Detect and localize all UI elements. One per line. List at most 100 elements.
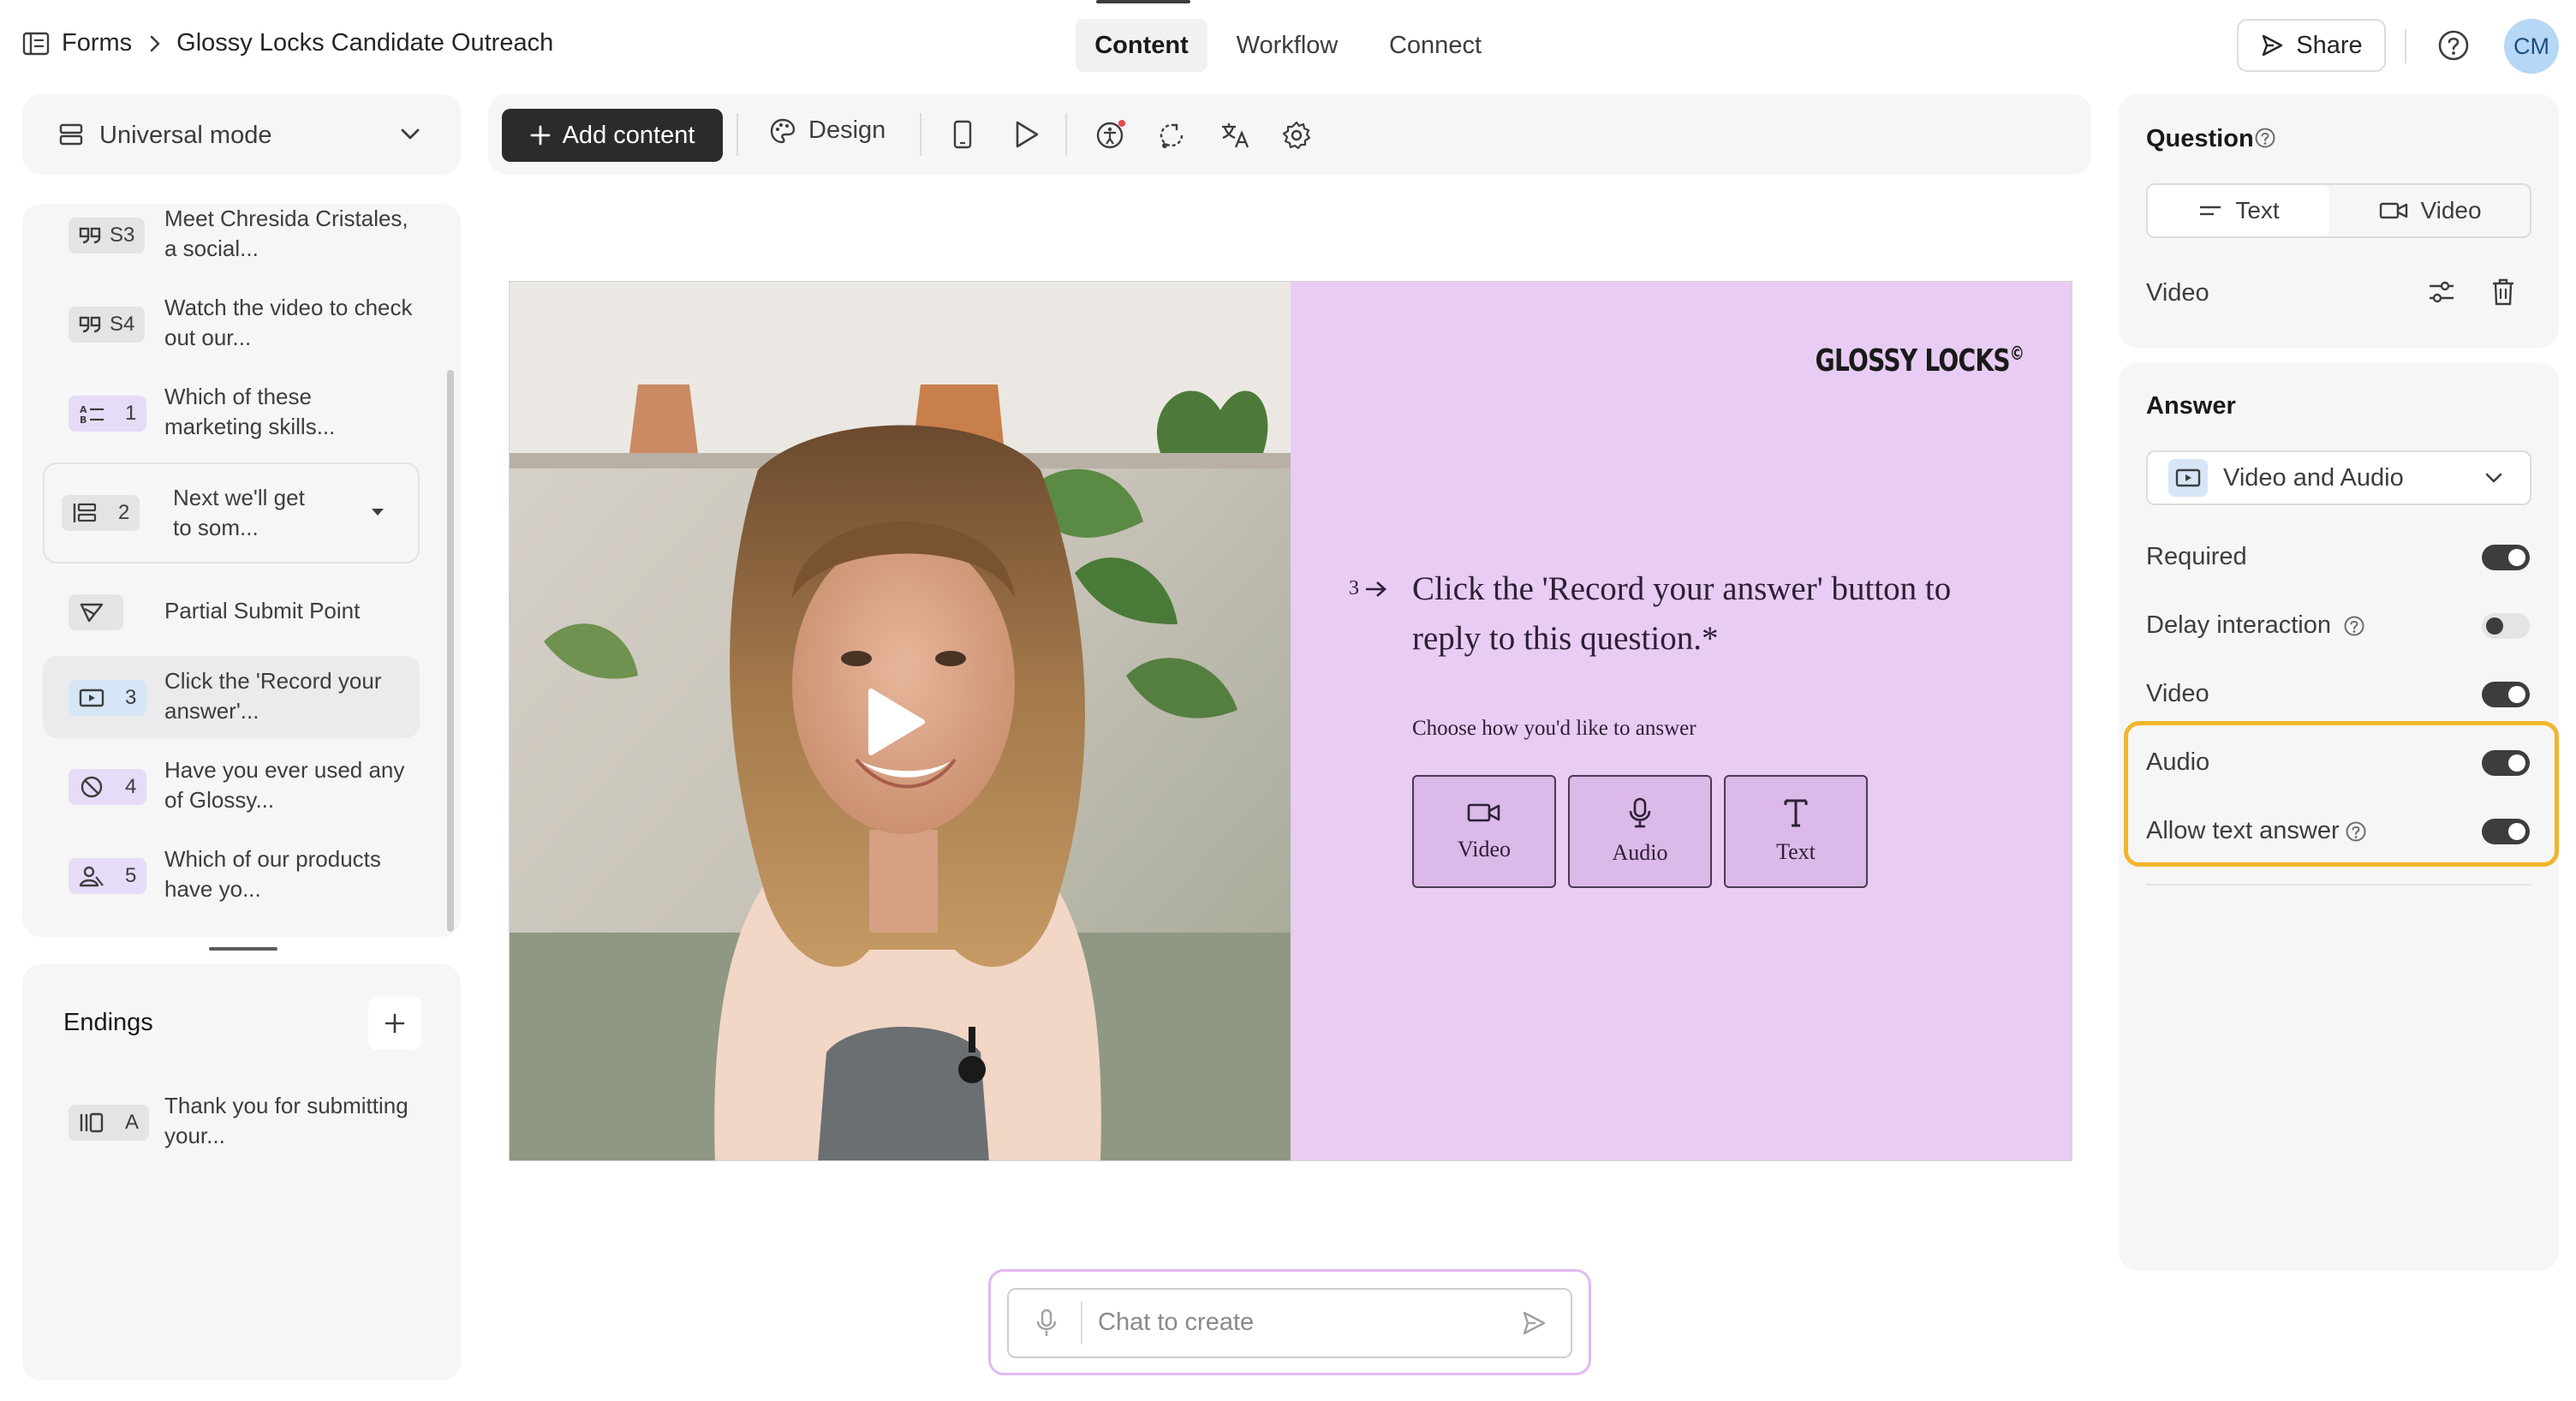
badge-number: 3 bbox=[125, 686, 137, 709]
gear-icon[interactable] bbox=[1281, 120, 1312, 151]
tab-content[interactable]: Content bbox=[1076, 19, 1208, 72]
chat-input[interactable] bbox=[1007, 1288, 1572, 1358]
info-icon[interactable] bbox=[2254, 127, 2276, 149]
text-lines-icon bbox=[2197, 202, 2223, 219]
list-item-text: Which of these marketing skills... bbox=[164, 384, 336, 439]
answer-option-video[interactable]: Video bbox=[1412, 775, 1556, 888]
breadcrumb-current[interactable]: Glossy Locks Candidate Outreach bbox=[176, 29, 553, 57]
panel-divider bbox=[2146, 884, 2531, 885]
trash-icon[interactable] bbox=[2490, 277, 2516, 307]
list-item[interactable]: S4 Watch the video to check out our... bbox=[43, 283, 420, 365]
caret-down-icon[interactable] bbox=[370, 507, 385, 517]
top-bar: Forms Glossy Locks Candidate Outreach Co… bbox=[0, 0, 2576, 92]
microphone-icon bbox=[1628, 797, 1652, 828]
list-item-selected[interactable]: 3 Click the 'Record your answer'... bbox=[43, 656, 420, 738]
badge-number: 5 bbox=[125, 864, 137, 887]
partial-submit-badge bbox=[69, 594, 123, 630]
ending-icon bbox=[79, 1112, 104, 1134]
statement-badge: S4 bbox=[69, 307, 146, 343]
share-icon bbox=[2260, 33, 2284, 57]
video-thumbnail[interactable] bbox=[510, 282, 1291, 1160]
answer-option-text[interactable]: Text bbox=[1724, 775, 1868, 888]
logo-text: GLOSSY LOCKS bbox=[1815, 343, 2011, 379]
list-item-text: Meet Chresida Cristales, a social... bbox=[164, 206, 408, 261]
share-button[interactable]: Share bbox=[2237, 19, 2386, 72]
breadcrumb-chevron-icon bbox=[149, 34, 161, 53]
chevron-down-icon[interactable] bbox=[2484, 471, 2504, 485]
answer-option-audio[interactable]: Audio bbox=[1568, 775, 1712, 888]
video-camera-icon bbox=[2379, 200, 2408, 221]
quote-icon bbox=[79, 315, 101, 334]
question-panel-title: Question bbox=[2146, 125, 2254, 152]
list-item-text: Click the 'Record your answer'... bbox=[164, 668, 382, 724]
help-icon[interactable] bbox=[2437, 29, 2470, 62]
chat-placeholder: Chat to create bbox=[1098, 1309, 1255, 1336]
badge-number: 1 bbox=[125, 402, 137, 425]
add-content-button[interactable]: Add content bbox=[502, 109, 723, 162]
avatar[interactable]: CM bbox=[2504, 19, 2559, 74]
text-icon bbox=[1783, 798, 1809, 827]
accessibility-icon[interactable] bbox=[1096, 120, 1127, 151]
audio-toggle[interactable] bbox=[2482, 750, 2530, 776]
list-item[interactable]: S3 Meet Chresida Cristales, a social... bbox=[43, 204, 420, 276]
segment-text[interactable]: Text bbox=[2148, 185, 2329, 236]
microphone-icon[interactable] bbox=[1035, 1309, 1058, 1338]
forms-icon[interactable] bbox=[22, 31, 50, 57]
resize-handle[interactable] bbox=[209, 947, 277, 951]
audio-toggle-label: Audio bbox=[2146, 748, 2210, 776]
statement-badge: S3 bbox=[69, 218, 146, 253]
info-icon[interactable] bbox=[2345, 820, 2367, 843]
choose-answer-text: Choose how you'd like to answer bbox=[1412, 717, 1696, 740]
multiple-choice-icon: AB bbox=[79, 403, 104, 424]
group-badge: 2 bbox=[62, 495, 140, 531]
question-text[interactable]: Click the 'Record your answer' button to… bbox=[1412, 564, 1960, 664]
badge-number: 2 bbox=[118, 501, 130, 524]
translate-icon[interactable] bbox=[1219, 120, 1250, 151]
list-item-text: Which of our products have yo... bbox=[164, 846, 381, 902]
logic-icon[interactable] bbox=[1156, 120, 1187, 151]
allow-text-answer-toggle[interactable] bbox=[2482, 819, 2530, 844]
video-toggle[interactable] bbox=[2482, 682, 2530, 707]
segment-video[interactable]: Video bbox=[2331, 185, 2530, 236]
list-item-text: Next we'll get to som... bbox=[173, 485, 305, 540]
question-number-text: 3 bbox=[1349, 577, 1359, 599]
adjust-settings-icon[interactable] bbox=[2427, 277, 2456, 307]
video-toggle-label: Video bbox=[2146, 680, 2209, 707]
active-tab-indicator bbox=[1096, 0, 1190, 3]
header-divider bbox=[2405, 29, 2406, 63]
play-preview-icon[interactable] bbox=[1014, 120, 1040, 149]
tab-connect[interactable]: Connect bbox=[1367, 19, 1504, 72]
add-ending-button[interactable] bbox=[368, 997, 421, 1050]
plus-icon bbox=[530, 125, 551, 146]
delay-interaction-toggle[interactable] bbox=[2482, 613, 2530, 639]
list-item[interactable]: AB 1 Which of these marketing skills... bbox=[43, 372, 420, 454]
answer-option-label: Video bbox=[1458, 837, 1511, 861]
slide-preview[interactable]: GLOSSY LOCKS© 3 Click the 'Record your a… bbox=[509, 281, 2072, 1161]
list-item-group[interactable]: 2 Next we'll get to som... bbox=[43, 462, 420, 563]
tab-workflow[interactable]: Workflow bbox=[1221, 19, 1353, 72]
required-toggle[interactable] bbox=[2482, 545, 2530, 570]
chevron-down-icon[interactable] bbox=[399, 127, 421, 142]
design-label: Design bbox=[808, 116, 886, 144]
question-number: 3 bbox=[1349, 577, 1388, 600]
share-label: Share bbox=[2296, 31, 2363, 59]
badge-number: S4 bbox=[110, 313, 135, 336]
list-item[interactable]: 5 Which of our products have yo... bbox=[43, 834, 420, 916]
list-item[interactable]: Partial Submit Point bbox=[43, 570, 420, 653]
ending-badge: A bbox=[69, 1105, 150, 1141]
list-scrollbar[interactable] bbox=[447, 370, 454, 932]
logo-mark: © bbox=[2009, 343, 2024, 365]
mobile-preview-icon[interactable] bbox=[952, 120, 973, 149]
list-item[interactable]: 4 Have you ever used any of Glossy... bbox=[43, 745, 420, 827]
breadcrumb-forms-link[interactable]: Forms bbox=[62, 29, 132, 57]
question-badge: 4 bbox=[69, 769, 147, 805]
video-answer-icon bbox=[2168, 459, 2208, 497]
answer-panel-title: Answer bbox=[2146, 392, 2236, 420]
segment-video-label: Video bbox=[2420, 197, 2482, 224]
send-icon[interactable] bbox=[1521, 1310, 1547, 1336]
info-icon[interactable] bbox=[2343, 615, 2365, 637]
list-item-ending[interactable]: A Thank you for submitting your... bbox=[43, 1081, 420, 1163]
play-icon[interactable] bbox=[866, 686, 927, 758]
endings-panel: Endings A Thank you for submitting your.… bbox=[22, 964, 461, 1380]
design-button[interactable]: Design bbox=[769, 116, 886, 145]
